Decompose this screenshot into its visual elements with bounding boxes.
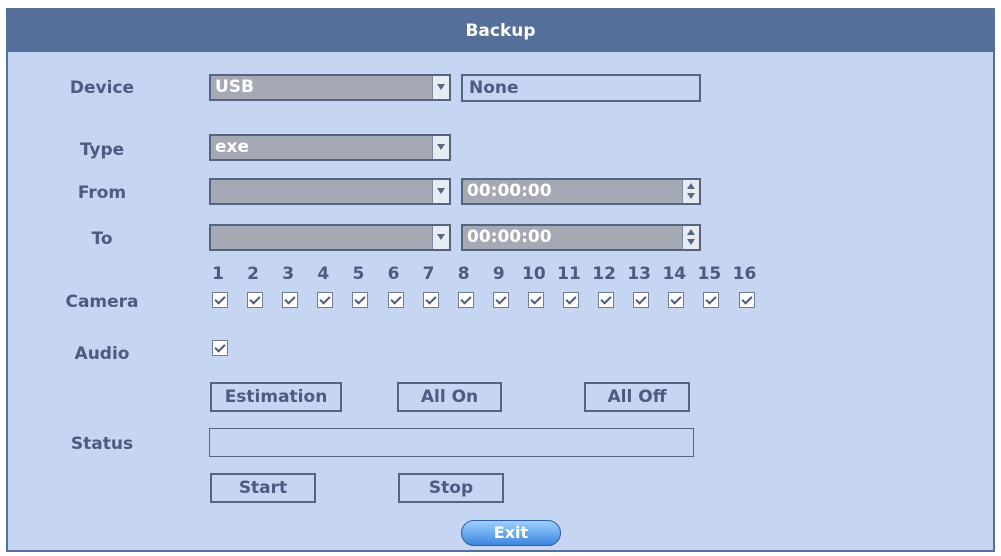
from-date-select[interactable]	[209, 178, 451, 205]
camera-checkbox-10[interactable]	[527, 292, 544, 308]
chevron-down-icon[interactable]	[432, 226, 449, 249]
camera-number: 11	[557, 264, 581, 284]
camera-label: Camera	[65, 292, 139, 312]
device-name-field[interactable]: None	[461, 74, 701, 102]
all-on-button[interactable]: All On	[397, 382, 502, 412]
camera-number: 6	[387, 264, 400, 284]
camera-checkbox-12[interactable]	[598, 292, 615, 308]
camera-checkbox-8[interactable]	[457, 292, 474, 308]
camera-number: 12	[592, 264, 616, 284]
camera-number: 9	[492, 264, 505, 284]
device-label: Device	[69, 78, 135, 98]
camera-number: 8	[457, 264, 470, 284]
to-time-value: 00:00:00	[467, 227, 552, 247]
stop-button[interactable]: Stop	[398, 473, 504, 503]
to-label: To	[91, 229, 113, 249]
camera-number: 14	[662, 264, 687, 284]
camera-number: 3	[282, 264, 295, 284]
window-title: Backup	[8, 10, 993, 52]
to-date-select[interactable]	[209, 224, 451, 251]
chevron-down-icon[interactable]	[432, 136, 449, 159]
to-time-spinner[interactable]: 00:00:00	[461, 224, 701, 251]
audio-checkbox[interactable]	[212, 340, 228, 356]
type-select[interactable]: exe	[209, 134, 451, 161]
chevron-down-icon[interactable]	[432, 180, 449, 203]
exit-button[interactable]: Exit	[461, 520, 561, 546]
from-time-spinner[interactable]: 00:00:00	[461, 178, 701, 205]
camera-number: 16	[732, 264, 757, 284]
camera-checkbox-1[interactable]	[212, 292, 228, 308]
camera-number: 10	[522, 264, 546, 284]
estimation-button[interactable]: Estimation	[210, 382, 342, 412]
camera-checkbox-16[interactable]	[738, 292, 755, 308]
camera-number: 2	[247, 264, 260, 284]
device-select-value: USB	[215, 77, 255, 97]
camera-number: 5	[352, 264, 365, 284]
camera-checkbox-6[interactable]	[387, 292, 404, 308]
spinner-arrows-icon[interactable]	[682, 180, 699, 203]
camera-checkbox-15[interactable]	[703, 292, 720, 308]
device-select[interactable]: USB	[209, 74, 451, 101]
camera-checkbox-9[interactable]	[492, 292, 509, 308]
camera-number: 13	[627, 264, 652, 284]
camera-number: 15	[697, 264, 722, 284]
all-off-button[interactable]: All Off	[584, 382, 690, 412]
chevron-down-icon[interactable]	[432, 76, 449, 99]
type-select-value: exe	[215, 137, 250, 157]
camera-checkbox-7[interactable]	[422, 292, 439, 308]
camera-number: 4	[317, 264, 330, 284]
start-button[interactable]: Start	[210, 473, 316, 503]
camera-checkbox-4[interactable]	[317, 292, 334, 308]
camera-checkbox-11[interactable]	[563, 292, 579, 308]
from-label: From	[77, 183, 127, 203]
camera-number: 1	[212, 264, 224, 284]
audio-label: Audio	[74, 344, 130, 364]
status-field	[209, 428, 694, 457]
camera-checkbox-14[interactable]	[668, 292, 685, 308]
camera-number: 7	[422, 264, 435, 284]
backup-window: Backup Device USB None Type exe From 00:…	[6, 8, 995, 552]
camera-checkbox-13[interactable]	[633, 292, 650, 308]
type-label: Type	[79, 140, 125, 160]
camera-checkbox-5[interactable]	[352, 292, 369, 308]
camera-checkbox-3[interactable]	[282, 292, 299, 308]
spinner-arrows-icon[interactable]	[682, 226, 699, 249]
camera-checkbox-2[interactable]	[247, 292, 264, 308]
status-label: Status	[70, 434, 134, 454]
from-time-value: 00:00:00	[467, 181, 552, 201]
